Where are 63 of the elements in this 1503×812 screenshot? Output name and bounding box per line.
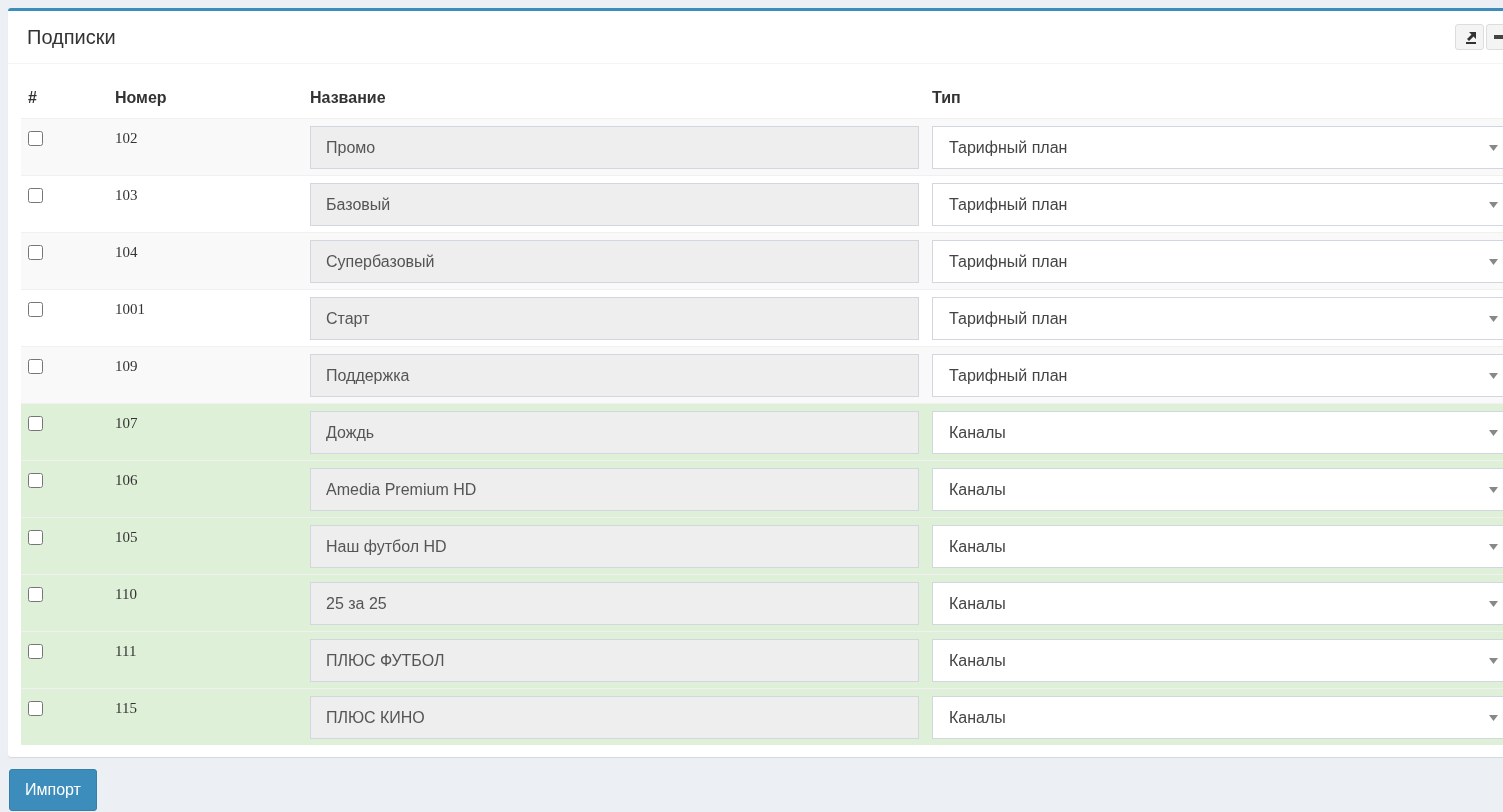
column-header: # (27, 89, 38, 107)
name-field[interactable]: 25 за 25 (310, 582, 919, 625)
type-select[interactable]: Каналы (932, 525, 1503, 568)
type-select[interactable]: Тарифный план (932, 240, 1503, 283)
column-header: Название (309, 89, 387, 107)
number-cell: 1001 (115, 301, 145, 318)
type-select[interactable]: Тарифный план (932, 297, 1503, 340)
caret-icon (1489, 714, 1498, 721)
number-cell: 105 (115, 529, 138, 546)
name-field[interactable]: ПЛЮС КИНО (310, 696, 919, 739)
minus-icon (1493, 35, 1503, 39)
caret-icon (1489, 600, 1498, 607)
caret-icon (1489, 657, 1498, 664)
column-header: Номер (114, 89, 168, 107)
name-field[interactable]: Супербазовый (310, 240, 919, 283)
row-checkbox[interactable] (28, 188, 43, 203)
row-checkbox[interactable] (28, 131, 43, 146)
type-select[interactable]: Каналы (932, 411, 1503, 454)
number-cell: 110 (115, 586, 137, 603)
type-select[interactable]: Каналы (932, 582, 1503, 625)
name-field[interactable]: Промо (310, 126, 919, 169)
name-field[interactable]: Старт (310, 297, 919, 340)
caret-icon (1489, 144, 1498, 151)
row-checkbox[interactable] (28, 587, 43, 602)
name-field[interactable]: Amedia Premium HD (310, 468, 919, 511)
row-checkbox[interactable] (28, 359, 43, 374)
caret-icon (1489, 543, 1498, 550)
caret-icon (1489, 201, 1498, 208)
type-select[interactable]: Тарифный план (932, 354, 1503, 397)
type-select[interactable]: Каналы (932, 639, 1503, 682)
row-checkbox[interactable] (28, 302, 43, 317)
name-field[interactable]: Наш футбол HD (310, 525, 919, 568)
row-checkbox[interactable] (28, 644, 43, 659)
number-cell: 106 (115, 472, 138, 489)
type-select[interactable]: Каналы (932, 468, 1503, 511)
name-field[interactable]: ПЛЮС ФУТБОЛ (310, 639, 919, 682)
caret-icon (1489, 315, 1498, 322)
number-cell: 115 (115, 700, 137, 717)
type-select[interactable]: Каналы (932, 696, 1503, 739)
export-button[interactable] (1455, 24, 1484, 50)
number-cell: 109 (115, 358, 138, 375)
row-checkbox[interactable] (28, 473, 43, 488)
caret-icon (1489, 429, 1498, 436)
panel-title: Подписки (27, 25, 116, 49)
row-checkbox[interactable] (28, 701, 43, 716)
row-checkbox[interactable] (28, 530, 43, 545)
column-header: Тип (931, 89, 962, 107)
type-select[interactable]: Тарифный план (932, 126, 1503, 169)
name-field[interactable]: Дождь (310, 411, 919, 454)
caret-icon (1489, 372, 1498, 379)
row-checkbox[interactable] (28, 416, 43, 431)
number-cell: 107 (115, 415, 138, 432)
row-checkbox[interactable] (28, 245, 43, 260)
caret-icon (1489, 486, 1498, 493)
number-cell: 111 (115, 643, 137, 660)
number-cell: 103 (115, 187, 138, 204)
caret-icon (1489, 258, 1498, 265)
type-select[interactable]: Тарифный план (932, 183, 1503, 226)
import-button[interactable]: Импорт (9, 769, 97, 811)
name-field[interactable]: Поддержка (310, 354, 919, 397)
number-cell: 102 (115, 130, 138, 147)
name-field[interactable]: Базовый (310, 183, 919, 226)
number-cell: 104 (115, 244, 138, 261)
